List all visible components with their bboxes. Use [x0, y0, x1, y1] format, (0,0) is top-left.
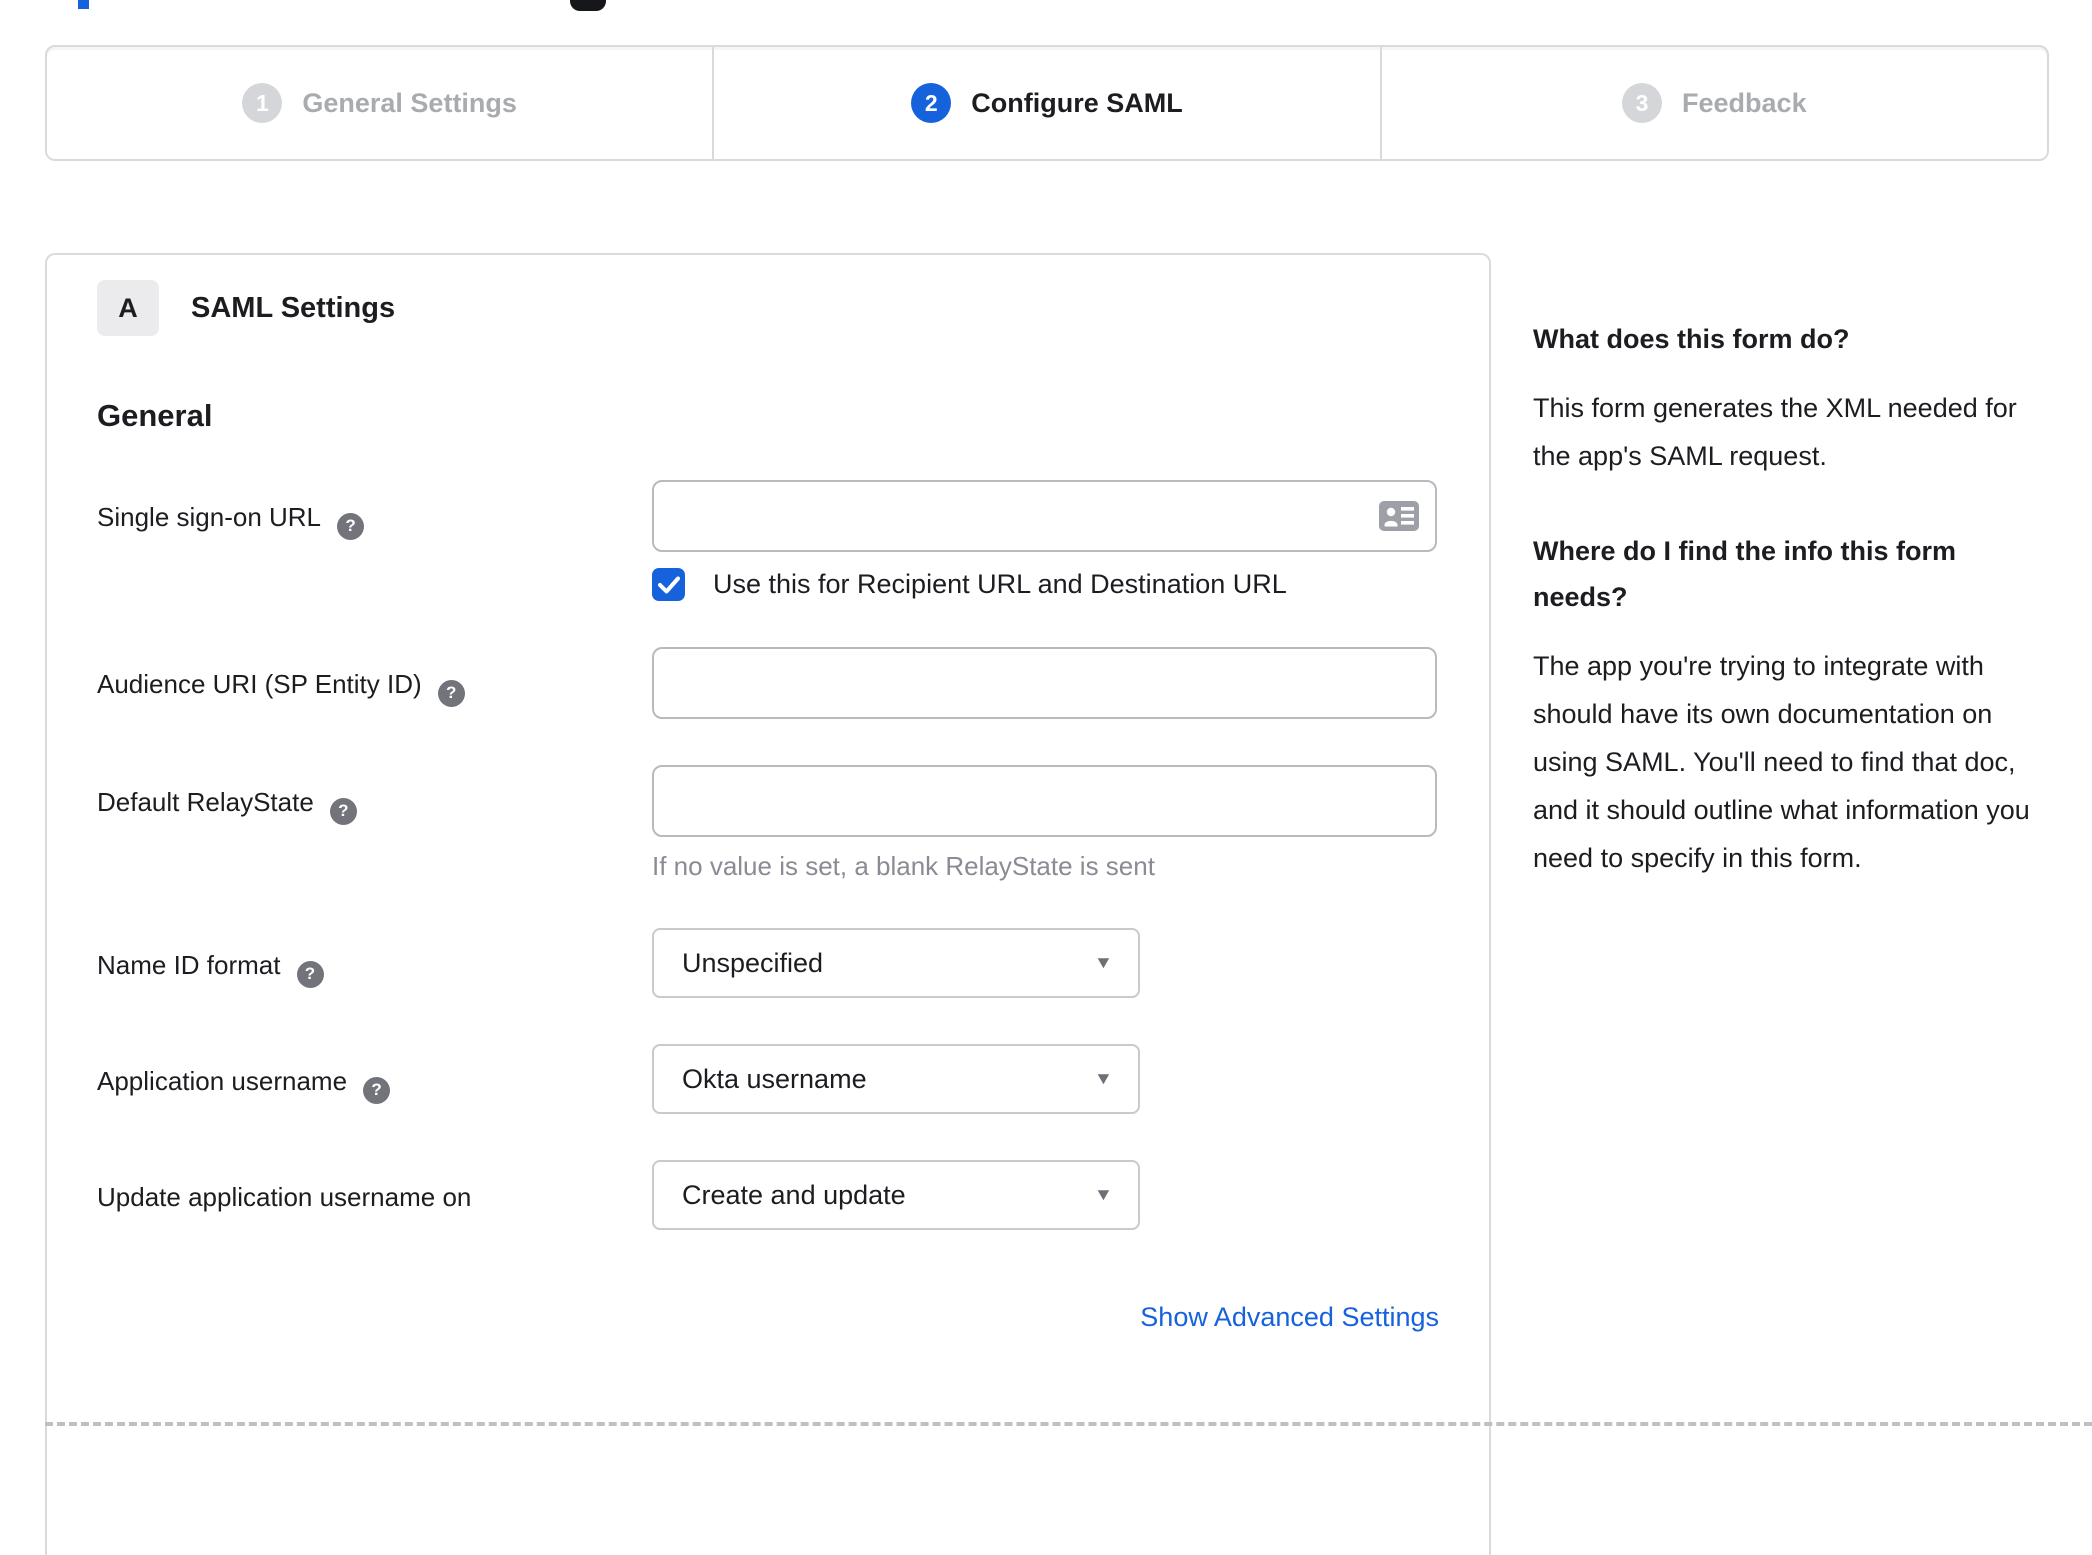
- step-number-badge: 2: [911, 83, 951, 123]
- step-label: Configure SAML: [971, 88, 1182, 119]
- step-general-settings[interactable]: 1 General Settings: [47, 47, 712, 159]
- update-username-value: Create and update: [682, 1180, 906, 1211]
- name-id-format-label-col: Name ID format?: [97, 928, 652, 998]
- general-section-title: General: [97, 398, 1439, 434]
- panel-title: SAML Settings: [191, 292, 395, 325]
- name-id-format-value: Unspecified: [682, 948, 823, 979]
- update-username-select[interactable]: Create and update ▼: [652, 1160, 1140, 1230]
- chevron-down-icon: ▼: [1094, 1185, 1113, 1205]
- app-username-label: Application username: [97, 1066, 347, 1096]
- name-id-format-select[interactable]: Unspecified ▼: [652, 928, 1140, 998]
- audience-uri-row: Audience URI (SP Entity ID)?: [97, 647, 1439, 719]
- help-icon[interactable]: ?: [438, 680, 465, 707]
- step-number-badge: 3: [1622, 83, 1662, 123]
- section-a-badge: A: [97, 280, 159, 336]
- relay-state-row: Default RelayState? If no value is set, …: [97, 765, 1439, 882]
- relay-state-label-col: Default RelayState?: [97, 765, 652, 882]
- name-id-format-label: Name ID format: [97, 950, 281, 980]
- sso-url-row: Single sign-on URL?: [97, 480, 1439, 601]
- cutoff-logo-fragment: [78, 0, 89, 9]
- help-question-1: What does this form do?: [1533, 316, 2049, 362]
- chevron-down-icon: ▼: [1094, 953, 1113, 973]
- step-label: Feedback: [1682, 88, 1807, 119]
- audience-uri-input[interactable]: [652, 647, 1437, 719]
- help-icon[interactable]: ?: [297, 961, 324, 988]
- app-username-select[interactable]: Okta username ▼: [652, 1044, 1140, 1114]
- sso-url-label-col: Single sign-on URL?: [97, 480, 652, 601]
- recipient-url-checkbox-label: Use this for Recipient URL and Destinati…: [713, 569, 1287, 600]
- step-number-badge: 1: [242, 83, 282, 123]
- help-icon[interactable]: ?: [330, 798, 357, 825]
- step-label: General Settings: [302, 88, 517, 119]
- chevron-down-icon: ▼: [1094, 1069, 1113, 1089]
- saml-settings-panel: A SAML Settings General Single sign-on U…: [45, 253, 1491, 1555]
- recipient-url-checkbox[interactable]: [652, 568, 685, 601]
- help-question-2: Where do I find the info this form needs…: [1533, 528, 2049, 620]
- step-feedback[interactable]: 3 Feedback: [1380, 47, 2047, 159]
- show-advanced-settings-link[interactable]: Show Advanced Settings: [1140, 1302, 1439, 1332]
- audience-uri-label: Audience URI (SP Entity ID): [97, 669, 422, 699]
- update-username-label: Update application username on: [97, 1182, 471, 1212]
- contact-card-icon[interactable]: [1379, 501, 1419, 531]
- bottom-dashed-divider: [45, 1422, 2092, 1426]
- help-answer-1: This form generates the XML needed for t…: [1533, 384, 2049, 480]
- update-username-row: Update application username on Create an…: [97, 1160, 1439, 1230]
- relay-state-hint: If no value is set, a blank RelayState i…: [652, 851, 1439, 882]
- update-username-label-col: Update application username on: [97, 1160, 652, 1230]
- recipient-url-checkbox-row: Use this for Recipient URL and Destinati…: [652, 568, 1439, 601]
- wizard-stepper: 1 General Settings 2 Configure SAML 3 Fe…: [45, 45, 2049, 161]
- relay-state-label: Default RelayState: [97, 787, 314, 817]
- help-icon[interactable]: ?: [363, 1077, 390, 1104]
- app-username-row: Application username? Okta username ▼: [97, 1044, 1439, 1114]
- help-answer-2: The app you're trying to integrate with …: [1533, 642, 2049, 882]
- help-sidebar: What does this form do? This form genera…: [1533, 316, 2049, 882]
- advanced-settings-row: Show Advanced Settings: [97, 1302, 1439, 1333]
- app-username-value: Okta username: [682, 1064, 867, 1095]
- panel-header: A SAML Settings: [97, 280, 1439, 336]
- sso-url-input[interactable]: [652, 480, 1437, 552]
- audience-uri-label-col: Audience URI (SP Entity ID)?: [97, 647, 652, 719]
- name-id-format-row: Name ID format? Unspecified ▼: [97, 928, 1439, 998]
- relay-state-input[interactable]: [652, 765, 1437, 837]
- cutoff-toggle-fragment: [570, 0, 606, 11]
- step-configure-saml[interactable]: 2 Configure SAML: [712, 47, 1379, 159]
- app-username-label-col: Application username?: [97, 1044, 652, 1114]
- help-icon[interactable]: ?: [337, 513, 364, 540]
- sso-url-label: Single sign-on URL: [97, 502, 321, 532]
